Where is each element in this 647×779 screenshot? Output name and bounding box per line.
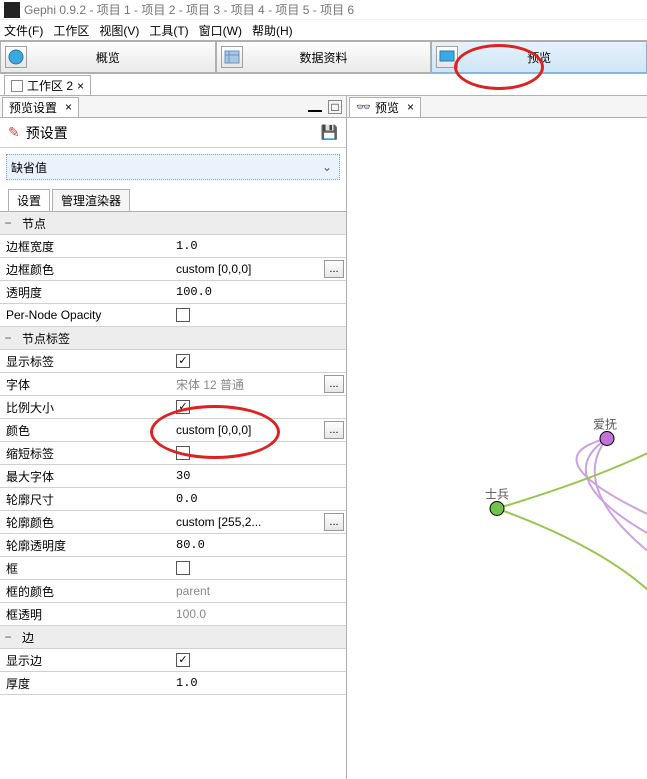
close-icon[interactable]: × bbox=[65, 100, 72, 114]
preset-header: ✎ 预设置 💾 bbox=[0, 118, 346, 148]
menu-tools[interactable]: 工具(T) bbox=[149, 22, 188, 39]
glasses-icon: 👓 bbox=[356, 100, 371, 114]
row-opacity[interactable]: 透明度 100.0 bbox=[0, 281, 346, 304]
browse-button[interactable]: ... bbox=[324, 513, 344, 531]
collapse-icon: − bbox=[0, 327, 16, 349]
preset-combo[interactable]: 缺省值 ⌄ bbox=[6, 154, 340, 180]
menu-window[interactable]: 窗口(W) bbox=[199, 22, 242, 39]
row-show-label[interactable]: 显示标签 ✓ bbox=[0, 350, 346, 373]
save-icon[interactable]: 💾 bbox=[321, 124, 338, 141]
globe-icon bbox=[5, 46, 27, 68]
graph-canvas[interactable]: 爱抚 士兵 bbox=[347, 118, 647, 779]
row-per-node-opacity[interactable]: Per-Node Opacity bbox=[0, 304, 346, 327]
app-icon bbox=[4, 2, 20, 18]
preset-combo-value: 缺省值 bbox=[11, 159, 47, 176]
row-border-width[interactable]: 边框宽度 1.0 bbox=[0, 235, 346, 258]
chevron-down-icon: ⌄ bbox=[319, 159, 335, 175]
browse-button[interactable]: ... bbox=[324, 375, 344, 393]
preview-tab-label: 预览 bbox=[375, 99, 399, 116]
checkbox-checked[interactable]: ✓ bbox=[176, 354, 190, 368]
right-panel-tabs: 👓 预览 × bbox=[347, 96, 647, 118]
group-node[interactable]: − 节点 bbox=[0, 212, 346, 235]
row-outline-color[interactable]: 轮廓颜色 custom [255,2...... bbox=[0, 511, 346, 534]
titlebar: Gephi 0.9.2 - 项目 1 - 项目 2 - 项目 3 - 项目 4 … bbox=[0, 0, 647, 20]
window-title: Gephi 0.9.2 - 项目 1 - 项目 2 - 项目 3 - 项目 4 … bbox=[24, 1, 354, 18]
checkbox-checked[interactable]: ✓ bbox=[176, 653, 190, 667]
left-panel-tabs: 预览设置 × □ bbox=[0, 96, 346, 118]
row-max-font[interactable]: 最大字体 30 bbox=[0, 465, 346, 488]
group-node-label[interactable]: − 节点标签 bbox=[0, 327, 346, 350]
tab-preview[interactable]: 预览 bbox=[431, 41, 647, 73]
tab-datalab[interactable]: 数据资料 bbox=[216, 41, 432, 73]
workspace-tab[interactable]: 工作区 2 × bbox=[4, 75, 91, 95]
close-icon[interactable]: × bbox=[407, 100, 414, 114]
row-shorten-label[interactable]: 缩短标签 bbox=[0, 442, 346, 465]
workspace-checkbox-icon bbox=[11, 80, 23, 92]
tag-icon: ✎ bbox=[8, 124, 20, 141]
menu-workspace[interactable]: 工作区 bbox=[53, 22, 89, 39]
menu-help[interactable]: 帮助(H) bbox=[252, 22, 293, 39]
row-proportional-size[interactable]: 比例大小 ✓ bbox=[0, 396, 346, 419]
row-box-opacity[interactable]: 框透明 100.0 bbox=[0, 603, 346, 626]
maximize-icon[interactable]: □ bbox=[328, 100, 342, 114]
table-icon bbox=[221, 46, 243, 68]
menu-view[interactable]: 视图(V) bbox=[99, 22, 139, 39]
checkbox[interactable] bbox=[176, 308, 190, 322]
monitor-icon bbox=[436, 46, 458, 68]
group-edge[interactable]: − 边 bbox=[0, 626, 346, 649]
workspace-tabs: 工作区 2 × bbox=[0, 74, 647, 96]
collapse-icon: − bbox=[0, 212, 16, 234]
checkbox[interactable] bbox=[176, 446, 190, 460]
workspace-tab-label: 工作区 2 bbox=[27, 77, 73, 94]
inner-tab-renderers[interactable]: 管理渲染器 bbox=[52, 189, 130, 211]
browse-button[interactable]: ... bbox=[324, 260, 344, 278]
main-split: 预览设置 × □ ✎ 预设置 💾 缺省值 ⌄ 设置 管理渲染器 bbox=[0, 96, 647, 779]
checkbox-checked[interactable]: ✓ bbox=[176, 400, 190, 414]
tab-preview-panel[interactable]: 👓 预览 × bbox=[349, 97, 421, 117]
row-border-color[interactable]: 边框颜色 custom [0,0,0]... bbox=[0, 258, 346, 281]
tab-preview-label: 预览 bbox=[527, 49, 551, 66]
node-label: 爱抚 bbox=[593, 418, 617, 432]
minimize-icon[interactable] bbox=[308, 110, 322, 112]
row-font[interactable]: 字体 宋体 12 普通... bbox=[0, 373, 346, 396]
property-grid: − 节点 边框宽度 1.0 边框颜色 custom [0,0,0]... 透明度… bbox=[0, 212, 346, 779]
row-outline-size[interactable]: 轮廓尺寸 0.0 bbox=[0, 488, 346, 511]
browse-button[interactable]: ... bbox=[324, 421, 344, 439]
row-box-color[interactable]: 框的颜色 parent bbox=[0, 580, 346, 603]
row-outline-opacity[interactable]: 轮廓透明度 80.0 bbox=[0, 534, 346, 557]
workspace-close-icon[interactable]: × bbox=[77, 79, 84, 93]
row-thickness[interactable]: 厚度 1.0 bbox=[0, 672, 346, 695]
row-box[interactable]: 框 bbox=[0, 557, 346, 580]
preset-title: 预设置 bbox=[26, 123, 68, 143]
preview-panel: 👓 预览 × 爱抚 士兵 bbox=[347, 96, 647, 779]
tab-overview[interactable]: 概览 bbox=[0, 41, 216, 73]
menu-file[interactable]: 文件(F) bbox=[4, 22, 43, 39]
tab-datalab-label: 数据资料 bbox=[300, 49, 348, 66]
checkbox[interactable] bbox=[176, 561, 190, 575]
settings-inner-tabs: 设置 管理渲染器 bbox=[0, 186, 346, 212]
tab-overview-label: 概览 bbox=[96, 49, 120, 66]
collapse-icon: − bbox=[0, 626, 16, 648]
main-tabs: 概览 数据资料 预览 bbox=[0, 40, 647, 74]
tab-preview-settings[interactable]: 预览设置 × bbox=[2, 97, 79, 117]
tab-preview-settings-label: 预览设置 bbox=[9, 99, 57, 116]
menubar: 文件(F) 工作区 视图(V) 工具(T) 窗口(W) 帮助(H) bbox=[0, 20, 647, 40]
row-color[interactable]: 颜色 custom [0,0,0]... bbox=[0, 419, 346, 442]
node-label: 士兵 bbox=[485, 488, 509, 502]
preview-settings-panel: 预览设置 × □ ✎ 预设置 💾 缺省值 ⌄ 设置 管理渲染器 bbox=[0, 96, 347, 779]
row-show-edge[interactable]: 显示边 ✓ bbox=[0, 649, 346, 672]
inner-tab-settings[interactable]: 设置 bbox=[8, 189, 50, 211]
